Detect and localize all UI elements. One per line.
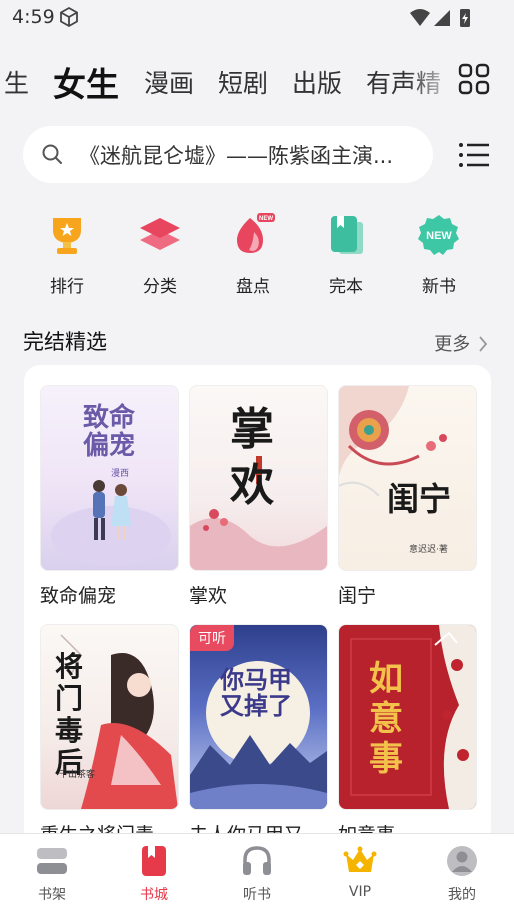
chevron-right-icon	[479, 336, 488, 352]
nav-label: 我的	[448, 887, 476, 903]
more-link[interactable]: 更多	[434, 330, 488, 356]
quick-link-label: 完本	[329, 277, 363, 297]
section-title: 完结精选	[23, 330, 107, 354]
flame-icon: NEW	[230, 212, 276, 258]
quick-link-completed[interactable]: 完本	[311, 212, 381, 297]
audio-badge: 可听	[190, 625, 234, 651]
category-tabs: 生 女生 漫画 短剧 出版 有声精	[0, 58, 514, 104]
cover-title: 闺宁	[387, 480, 476, 518]
headphones-icon	[240, 844, 274, 878]
cover-title-text: 致命偏宠	[83, 403, 136, 461]
quick-link-review[interactable]: NEW 盘点	[218, 212, 288, 297]
nav-bookshelf[interactable]: 书架	[12, 844, 92, 904]
status-icons	[410, 9, 470, 27]
bookstore-icon	[137, 844, 171, 878]
more-label: 更多	[434, 334, 471, 355]
quick-link-ranking[interactable]: 排行	[32, 212, 102, 297]
book-title: 闺宁	[338, 585, 377, 607]
cube-icon	[60, 6, 78, 28]
book-icon	[323, 212, 369, 258]
cover-art	[339, 386, 447, 497]
quick-link-label: 盘点	[236, 277, 270, 297]
cover-title: 将门毒后	[55, 651, 105, 779]
tab-short-drama[interactable]: 短剧	[218, 64, 268, 100]
cover-author: 意迟迟·著	[409, 545, 448, 555]
status-time: 4:59	[12, 6, 55, 28]
book-item[interactable]: 可听 你马甲又掉了 夫人你马甲又	[189, 624, 328, 845]
book-item[interactable]: 致命偏宠 漫西 致命偏宠	[40, 385, 179, 608]
profile-icon	[445, 844, 479, 878]
bookshelf-icon	[35, 844, 69, 878]
book-cover[interactable]: 可听 你马甲又掉了	[189, 624, 328, 810]
book-cover[interactable]: 致命偏宠 漫西	[40, 385, 179, 571]
cover-title-text: 掌欢	[230, 404, 274, 511]
svg-text:NEW: NEW	[426, 230, 452, 242]
tab-girls[interactable]: 女生	[53, 58, 119, 104]
search-bar[interactable]: 《迷航昆仑墟》——陈紫函主演...	[23, 126, 433, 183]
tab-boys[interactable]: 生	[4, 64, 29, 100]
crown-icon	[343, 844, 377, 878]
nav-label: 书城	[140, 887, 168, 903]
book-cover[interactable]: 闺宁 意迟迟·著	[338, 385, 477, 571]
cover-author: 漫西	[111, 469, 130, 479]
list-menu-icon[interactable]	[458, 141, 490, 169]
status-bar: 4:59	[0, 0, 514, 36]
cover-title: 你马甲又掉了	[220, 667, 300, 719]
quick-link-new-books[interactable]: NEW 新书	[404, 212, 474, 297]
quick-link-label: 排行	[50, 277, 84, 297]
search-input[interactable]: 《迷航昆仑墟》——陈紫函主演...	[79, 140, 419, 170]
book-cover[interactable]: 将门毒后 千山茶客	[40, 624, 179, 810]
cover-title-text: 你马甲又掉了	[220, 665, 292, 720]
book-cover[interactable]: 掌欢	[189, 385, 328, 571]
nav-label: 书架	[38, 887, 66, 903]
tab-published[interactable]: 出版	[292, 64, 342, 100]
tab-fade	[408, 58, 458, 104]
nav-vip[interactable]: VIP	[320, 844, 400, 900]
cover-title-text: 如意事	[369, 659, 403, 779]
book-item[interactable]: 如意事 如意事	[338, 624, 477, 845]
cover-title: 致命偏宠	[83, 404, 143, 460]
cover-title-text: 将门毒后	[55, 650, 84, 779]
book-cover[interactable]: 如意事	[338, 624, 477, 810]
book-item[interactable]: 将门毒后 千山茶客 重生之将门毒	[40, 624, 179, 845]
quick-link-label: 分类	[143, 277, 177, 297]
nav-profile[interactable]: 我的	[422, 844, 502, 904]
grid-menu-icon[interactable]	[458, 63, 490, 95]
layers-icon	[137, 212, 183, 258]
book-item[interactable]: 掌欢 掌欢	[189, 385, 328, 608]
trophy-icon	[44, 212, 90, 258]
new-badge-icon: NEW	[416, 212, 462, 258]
nav-bookstore[interactable]: 书城	[114, 844, 194, 904]
cover-title-text: 闺宁	[387, 480, 452, 518]
completed-books-card: 致命偏宠 漫西 致命偏宠 掌欢 掌欢 闺宁 意迟迟·著 闺宁 将门毒后 千山茶客…	[24, 365, 491, 845]
book-title: 致命偏宠	[40, 585, 117, 607]
cover-title: 如意事	[369, 659, 419, 779]
quick-link-categories[interactable]: 分类	[125, 212, 195, 297]
quick-link-label: 新书	[422, 277, 456, 297]
cover-title: 掌欢	[230, 402, 290, 514]
bottom-nav: 书架 书城 听书 VIP 我的	[0, 833, 514, 914]
nav-label: 听书	[243, 887, 271, 903]
search-icon	[42, 144, 62, 164]
tab-comics[interactable]: 漫画	[144, 64, 194, 100]
svg-text:NEW: NEW	[259, 216, 273, 222]
book-item[interactable]: 闺宁 意迟迟·著 闺宁	[338, 385, 477, 608]
cover-author: 千山茶客	[59, 770, 96, 780]
book-title: 掌欢	[189, 585, 228, 607]
nav-label: VIP	[348, 884, 372, 900]
nav-audiobooks[interactable]: 听书	[217, 844, 297, 904]
